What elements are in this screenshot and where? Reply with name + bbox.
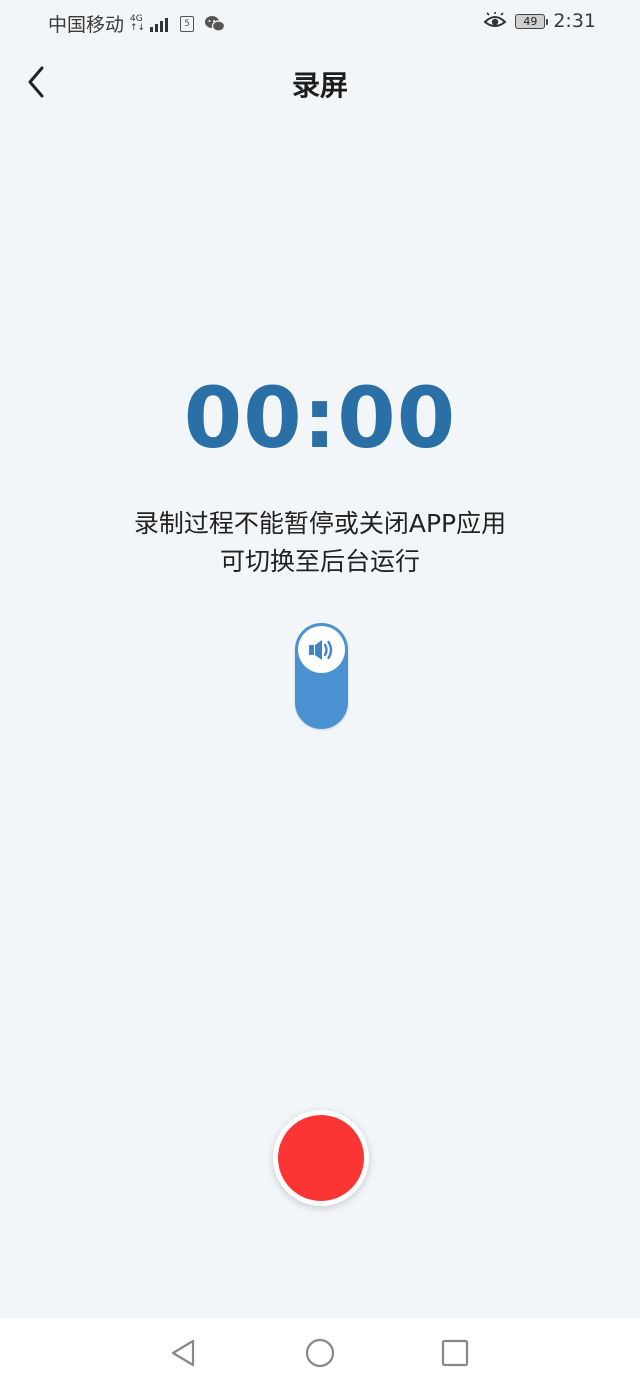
status-left: 中国移动 4G ↑↓ 5	[48, 10, 226, 37]
recording-notice: 录制过程不能暂停或关闭APP应用 可切换至后台运行	[0, 505, 640, 581]
sim-notification-icon: 5	[180, 15, 195, 32]
back-triangle-icon	[171, 1339, 195, 1367]
nav-home-button[interactable]	[302, 1335, 338, 1371]
notice-line-2: 可切换至后台运行	[219, 547, 420, 576]
wechat-icon	[205, 15, 226, 32]
audio-toggle-knob	[298, 626, 345, 673]
nav-back-button[interactable]	[165, 1335, 201, 1371]
speaker-icon	[308, 639, 332, 660]
network-type: 4G ↑↓	[130, 13, 146, 33]
clock: 2:31	[553, 10, 596, 32]
audio-toggle[interactable]	[295, 623, 348, 729]
header: 录屏	[0, 54, 640, 110]
notice-line-1: 录制过程不能暂停或关闭APP应用	[133, 509, 507, 538]
eye-comfort-icon	[483, 12, 507, 27]
recording-timer: 00:00	[183, 369, 457, 467]
home-circle-icon	[305, 1338, 335, 1368]
nav-recents-button[interactable]	[437, 1335, 473, 1371]
system-nav-bar	[0, 1318, 640, 1387]
status-right: 49 2:31	[483, 10, 596, 32]
record-button[interactable]	[273, 1110, 369, 1206]
status-bar: 中国移动 4G ↑↓ 5 49 2:31	[0, 0, 640, 44]
battery-level: 49	[523, 14, 538, 28]
battery-icon: 49	[515, 13, 549, 29]
carrier-name: 中国移动	[48, 14, 125, 36]
recents-square-icon	[441, 1339, 469, 1367]
record-icon	[278, 1115, 364, 1201]
signal-icon	[150, 16, 169, 32]
page-title: 录屏	[291, 69, 348, 102]
